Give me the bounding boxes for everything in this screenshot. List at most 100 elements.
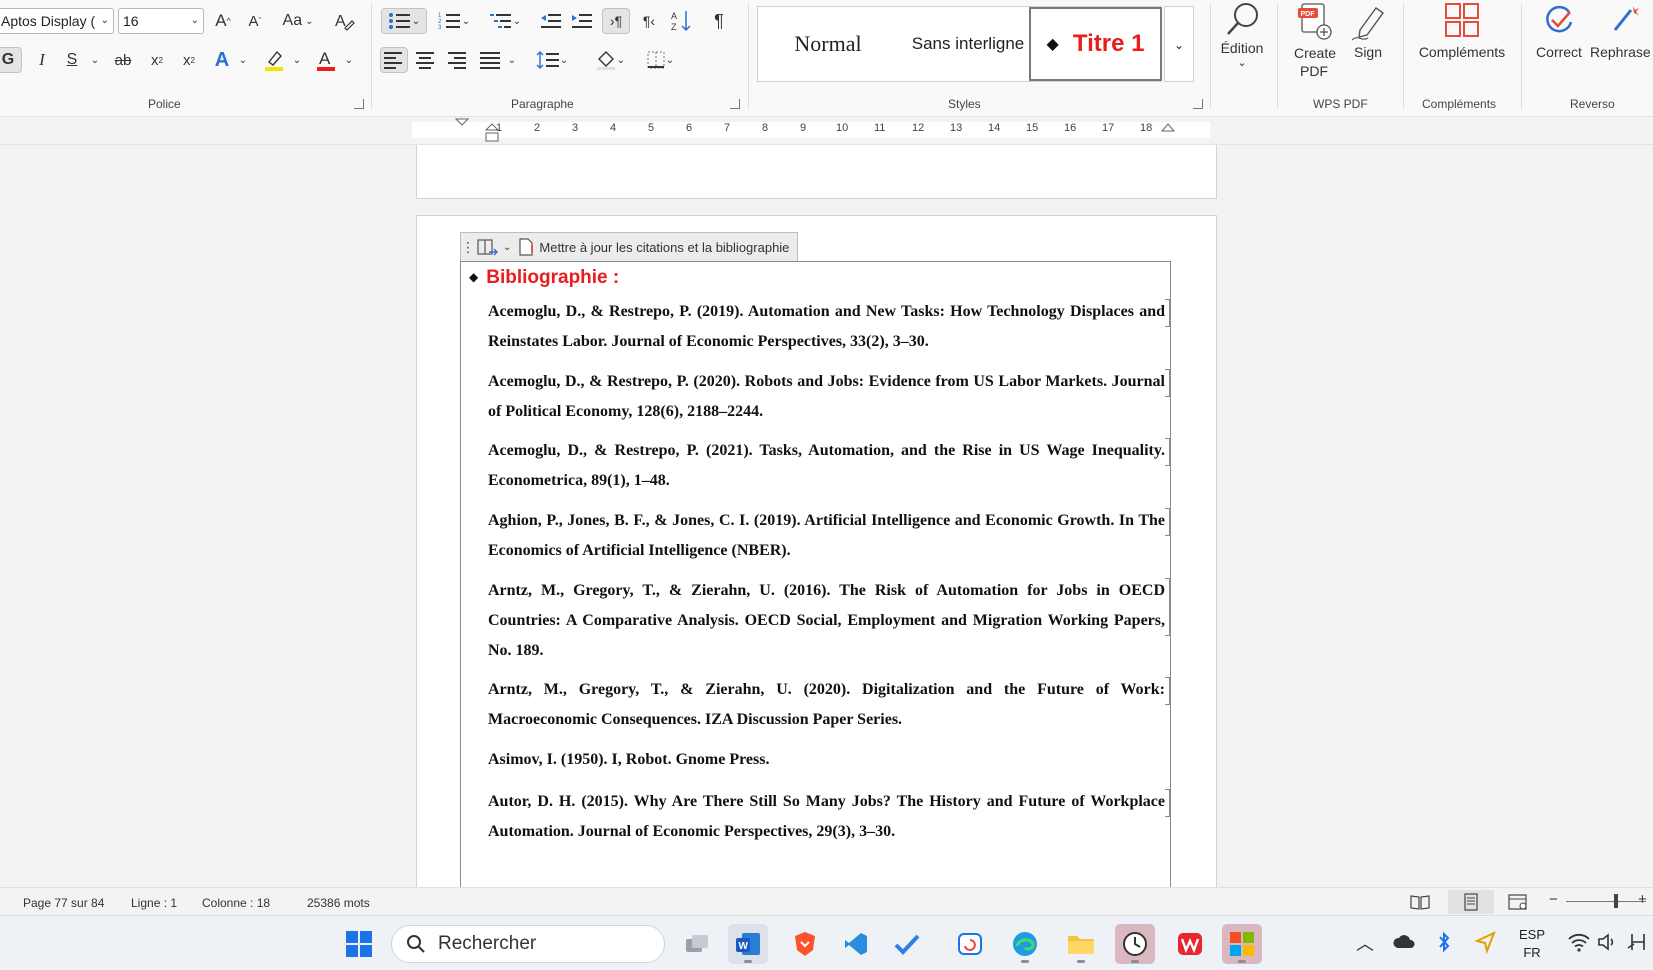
wps-office-button[interactable] — [1170, 924, 1210, 964]
highlight-dropdown[interactable]: ⌄ — [292, 47, 302, 73]
group-label-reverso: Reverso — [1570, 97, 1615, 111]
word-count[interactable]: 25386 mots — [307, 896, 370, 910]
update-citations-button[interactable]: Mettre à jour les citations et la biblio… — [539, 240, 789, 255]
style-sans-interligne[interactable]: Sans interligne — [898, 7, 1038, 81]
highlight-button[interactable] — [262, 47, 286, 73]
rephrase-button[interactable]: Rephrase — [1590, 0, 1653, 60]
edition-button[interactable]: Édition ⌄ — [1214, 0, 1270, 69]
correct-button[interactable]: Correct — [1528, 0, 1590, 60]
web-layout-icon[interactable] — [1507, 893, 1529, 911]
strikethrough-button[interactable]: ab — [110, 47, 136, 73]
zoom-slider[interactable] — [1566, 901, 1646, 902]
right-indent-marker-icon[interactable] — [1160, 122, 1176, 136]
text-effects-button[interactable]: A — [210, 47, 234, 73]
entry-bracket — [1165, 677, 1170, 705]
underline-dropdown[interactable]: ⌄ — [90, 47, 100, 73]
grow-font-button[interactable]: A ^ — [210, 8, 236, 34]
bibliography-control-tab[interactable]: ⋮ ⌄ Mettre à jour les citations et la bi… — [460, 232, 799, 261]
styles-launcher-icon[interactable] — [1193, 99, 1203, 109]
underline-button[interactable]: S — [60, 47, 84, 73]
bullets-button[interactable]: ⌄ — [381, 8, 427, 34]
chevron-up-icon[interactable]: ︿ — [1356, 930, 1374, 956]
edge-browser-button[interactable] — [1005, 924, 1045, 964]
correct-label: Correct — [1536, 44, 1582, 60]
print-layout-icon — [1464, 893, 1478, 911]
font-color-dropdown[interactable]: ⌄ — [344, 47, 354, 73]
subscript-button[interactable]: x2 — [146, 47, 168, 73]
task-view-button[interactable] — [677, 924, 717, 964]
style-normal[interactable]: Normal — [758, 7, 898, 81]
drag-handle-icon[interactable]: ⋮ — [461, 239, 475, 256]
clock-app-button[interactable] — [1115, 924, 1155, 964]
battery-icon[interactable] — [1626, 930, 1650, 954]
multilevel-list-button[interactable]: ⌄ — [483, 8, 527, 34]
speaker-icon[interactable] — [1597, 932, 1617, 952]
entry-text: Autor, D. H. (2015). Why Are There Still… — [488, 793, 1165, 840]
font-size-combo[interactable]: 16 ⌄ — [118, 8, 204, 34]
bold-button[interactable]: G — [0, 47, 22, 73]
line-spacing-button[interactable]: ⌄ — [532, 47, 572, 73]
sort-button[interactable]: AZ — [669, 8, 695, 34]
horizontal-ruler[interactable]: 1 2 3 4 5 6 7 8 9 10 11 12 13 14 15 16 1… — [0, 117, 1653, 145]
police-launcher-icon[interactable] — [354, 99, 364, 109]
align-center-button[interactable] — [413, 47, 439, 73]
sign-button[interactable]: Sign — [1346, 0, 1390, 60]
decrease-indent-button[interactable] — [538, 8, 564, 34]
task-view-icon — [686, 935, 708, 952]
superscript-button[interactable]: x2 — [178, 47, 200, 73]
numbering-button[interactable]: 123 ⌄ — [432, 8, 476, 34]
shading-button[interactable]: ⌄ — [590, 47, 630, 73]
cloud-icon[interactable] — [1392, 934, 1416, 950]
file-explorer-button[interactable] — [1061, 924, 1101, 964]
align-left-button[interactable] — [380, 47, 408, 73]
font-color-button[interactable]: A — [314, 47, 338, 73]
borders-button[interactable]: ⌄ — [640, 47, 680, 73]
print-layout-button[interactable] — [1448, 890, 1494, 914]
navigation-arrow-icon[interactable] — [1474, 930, 1496, 954]
snipping-tool-button[interactable] — [950, 924, 990, 964]
increase-indent-button[interactable] — [569, 8, 595, 34]
zoom-out-button[interactable]: − — [1549, 891, 1558, 908]
styles-more-button[interactable]: ⌄ — [1164, 6, 1194, 82]
bibliography-content-control[interactable]: ◆ Bibliographie : Acemoglu, D., & Restrep… — [460, 261, 1171, 887]
show-marks-button[interactable]: ¶ — [706, 8, 732, 34]
multilevel-list-icon — [489, 14, 511, 28]
bibliography-book-icon[interactable] — [475, 236, 501, 258]
create-pdf-button[interactable]: PDF Create PDF — [1286, 0, 1342, 80]
style-titre-1[interactable]: ◆ Titre 1 — [1029, 7, 1162, 81]
document-area[interactable]: ⋮ ⌄ Mettre à jour les citations et la bi… — [0, 145, 1653, 887]
indent-marker-icon[interactable] — [454, 117, 470, 145]
brave-browser-button[interactable] — [785, 924, 825, 964]
complements-button[interactable]: Compléments — [1412, 0, 1512, 60]
paragraphe-launcher-icon[interactable] — [730, 99, 740, 109]
text-effects-dropdown[interactable]: ⌄ — [238, 47, 248, 73]
start-button[interactable] — [339, 924, 379, 964]
ltr-direction-button[interactable]: ›¶ — [602, 8, 630, 34]
word-app-button[interactable]: W — [728, 924, 768, 964]
chevron-down-icon[interactable]: ⌄ — [503, 242, 511, 253]
justify-button[interactable] — [477, 47, 503, 73]
bluetooth-icon[interactable] — [1436, 930, 1452, 954]
change-case-button[interactable]: Aa ⌄ — [277, 8, 319, 34]
rtl-direction-button[interactable]: ¶‹ — [636, 8, 662, 34]
zoom-in-button[interactable]: + — [1638, 891, 1647, 908]
shrink-font-button[interactable]: Aˇ — [242, 8, 268, 34]
taskbar-search[interactable]: Rechercher — [391, 925, 665, 963]
clear-formatting-button[interactable]: A — [330, 8, 358, 34]
italic-button[interactable]: I — [30, 47, 54, 73]
microsoft-store-button[interactable] — [1222, 924, 1262, 964]
hanging-indent-marker-icon[interactable] — [484, 122, 500, 144]
ruler-number: 8 — [762, 122, 769, 134]
bibliography-entry: Acemoglu, D., & Restrepo, P. (2019). Aut… — [488, 297, 1170, 357]
todo-app-button[interactable] — [887, 924, 927, 964]
wifi-icon[interactable] — [1568, 932, 1590, 952]
vscode-button[interactable] — [836, 924, 876, 964]
language-indicator[interactable]: ESP FR — [1519, 926, 1545, 962]
font-name-combo[interactable]: Aptos Display ( ⌄ — [0, 8, 114, 34]
zoom-slider-thumb[interactable] — [1614, 894, 1618, 908]
justify-dropdown[interactable]: ⌄ — [507, 47, 517, 73]
page-indicator[interactable]: Page 77 sur 84 — [23, 896, 104, 910]
ruler-number: 5 — [648, 122, 655, 134]
align-right-button[interactable] — [445, 47, 471, 73]
read-mode-icon[interactable] — [1409, 893, 1431, 911]
